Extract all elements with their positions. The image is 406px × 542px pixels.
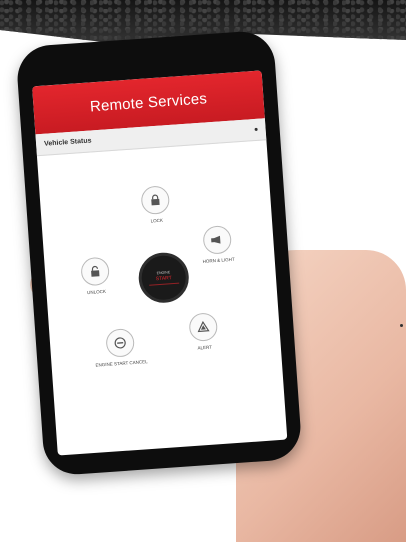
hazard-icon: [188, 312, 219, 343]
phone-screen: Remote Services Vehicle Status LOCK HORN…: [32, 70, 288, 456]
engine-start-cancel-label: ENGINE START CANCEL: [95, 359, 148, 368]
lock-icon: [140, 185, 171, 216]
screen-title: Remote Services: [89, 89, 208, 115]
decorative-dot: [400, 324, 403, 327]
engine-start-line2: START: [155, 275, 172, 283]
alert-label: ALERT: [197, 344, 213, 351]
lock-control[interactable]: LOCK: [118, 184, 192, 226]
lock-label: LOCK: [150, 217, 164, 224]
horn-light-control[interactable]: HORN & LIGHT: [180, 223, 254, 265]
remote-controls: LOCK HORN & LIGHT UNLOCK ENGINE START CA…: [37, 140, 287, 455]
start-glow-icon: [149, 282, 180, 286]
engine-start-cancel-control[interactable]: ENGINE START CANCEL: [83, 326, 157, 368]
alert-control[interactable]: ALERT: [166, 311, 240, 353]
status-indicator-icon: [254, 127, 258, 132]
unlock-icon: [80, 256, 111, 287]
stop-icon: [105, 327, 136, 358]
horn-light-label: HORN & LIGHT: [202, 256, 235, 264]
vehicle-status-label: Vehicle Status: [43, 137, 92, 148]
unlock-control[interactable]: UNLOCK: [58, 255, 132, 297]
phone: Remote Services Vehicle Status LOCK HORN…: [15, 29, 303, 477]
unlock-label: UNLOCK: [87, 288, 107, 296]
horn-icon: [202, 224, 233, 255]
